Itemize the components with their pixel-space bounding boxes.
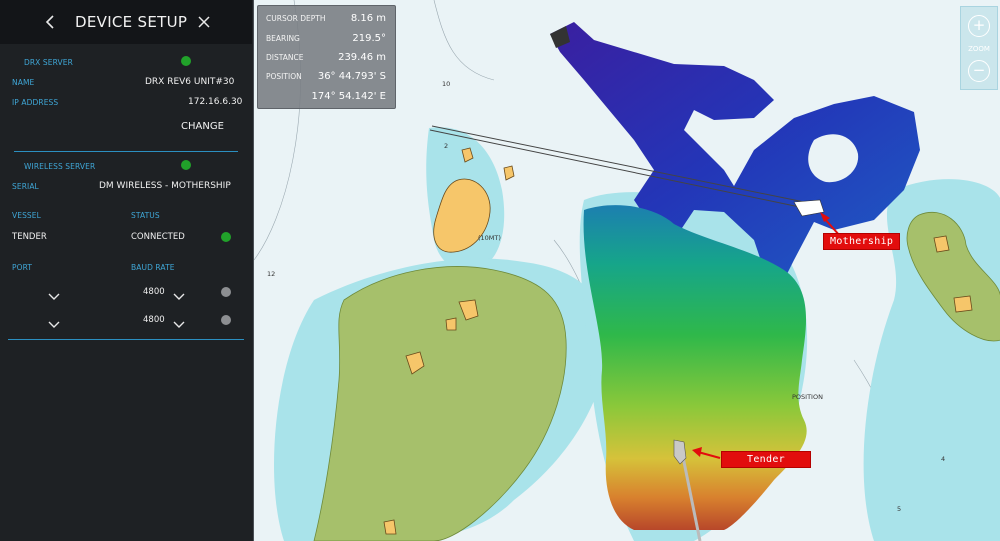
chevron-down-icon xyxy=(48,321,60,328)
rock-hazard xyxy=(933,235,950,253)
depth-mark: 10 xyxy=(442,80,451,88)
back-button[interactable] xyxy=(40,9,60,35)
wireless-server-status-dot xyxy=(181,160,191,170)
baud-dropdown-1[interactable] xyxy=(172,287,186,300)
position-label: POSITION xyxy=(266,72,302,81)
serial-value: DM WIRELESS - MOTHERSHIP xyxy=(99,181,231,191)
depth-mark: 12 xyxy=(267,270,276,278)
port-status-dot-2 xyxy=(221,315,231,325)
status-label: STATUS xyxy=(131,211,160,220)
depth-mark: 5 xyxy=(897,505,902,513)
rock-hazard xyxy=(445,317,457,331)
bearing-label: BEARING xyxy=(266,34,300,43)
mothership-label: Mothership xyxy=(823,233,901,250)
divider xyxy=(8,339,244,340)
longitude-value: 174° 54.142' E xyxy=(311,91,386,102)
port-dropdown-1[interactable] xyxy=(47,287,61,300)
change-button[interactable]: CHANGE xyxy=(181,121,224,132)
depth-mark: 4 xyxy=(941,455,946,463)
baud-dropdown-2[interactable] xyxy=(172,315,186,328)
serial-label: SERIAL xyxy=(12,182,39,191)
ip-address-label: IP ADDRESS xyxy=(12,98,59,107)
port-dropdown-2[interactable] xyxy=(47,315,61,328)
depth-mark: (10MT) xyxy=(478,234,501,242)
chevron-down-icon xyxy=(173,293,185,300)
zoom-label: ZOOM xyxy=(968,45,990,53)
depth-mark: POSITION xyxy=(792,393,823,401)
panel-header: DEVICE SETUP xyxy=(0,0,252,44)
baud-rate-value-2: 4800 xyxy=(143,315,165,325)
zoom-in-button[interactable]: + xyxy=(968,15,990,37)
baud-rate-value-1: 4800 xyxy=(143,287,165,297)
name-value: DRX REV6 UNIT#30 xyxy=(145,77,235,87)
drx-server-status-dot xyxy=(181,56,191,66)
name-label: NAME xyxy=(12,78,35,87)
rock-hazard xyxy=(953,295,973,313)
ip-address-value: 172.16.6.30 xyxy=(188,97,243,107)
status-value: CONNECTED xyxy=(131,232,185,242)
wireless-server-label: WIRELESS SERVER xyxy=(24,162,96,171)
bearing-value: 219.5° xyxy=(352,33,386,44)
vessel-label: VESSEL xyxy=(12,211,41,220)
port-label: PORT xyxy=(12,263,33,272)
drx-server-label: DRX SERVER xyxy=(24,58,73,67)
cursor-depth-label: CURSOR DEPTH xyxy=(266,14,326,23)
port-status-dot-1 xyxy=(221,287,231,297)
depth-mark: 2 xyxy=(444,142,449,150)
close-button[interactable] xyxy=(194,11,214,33)
device-setup-panel: DEVICE SETUP DRX SERVER NAME DRX REV6 UN… xyxy=(0,0,252,541)
distance-value: 239.46 m xyxy=(338,52,386,63)
connection-status-dot xyxy=(221,232,231,242)
panel-title: DEVICE SETUP xyxy=(75,13,188,31)
baud-rate-label: BAUD RATE xyxy=(131,263,175,272)
distance-label: DISTANCE xyxy=(266,53,304,62)
chart-map-view[interactable]: 10 2 12 (10MT) POSITION 4 5 Mothership T… xyxy=(253,0,1000,541)
chevron-down-icon xyxy=(48,293,60,300)
zoom-out-button[interactable]: − xyxy=(968,60,990,82)
vessel-value: TENDER xyxy=(12,232,47,242)
close-icon xyxy=(198,16,210,28)
rock-hazard xyxy=(383,519,397,535)
chevron-left-icon xyxy=(45,15,54,29)
chevron-down-icon xyxy=(173,321,185,328)
latitude-value: 36° 44.793' S xyxy=(317,71,386,82)
divider xyxy=(14,151,238,152)
tender-label: Tender xyxy=(721,451,811,468)
cursor-depth-value: 8.16 m xyxy=(350,13,386,24)
cursor-readout-panel: CURSOR DEPTH 8.16 m BEARING 219.5° DISTA… xyxy=(257,5,396,109)
zoom-control: + ZOOM − xyxy=(960,6,998,90)
